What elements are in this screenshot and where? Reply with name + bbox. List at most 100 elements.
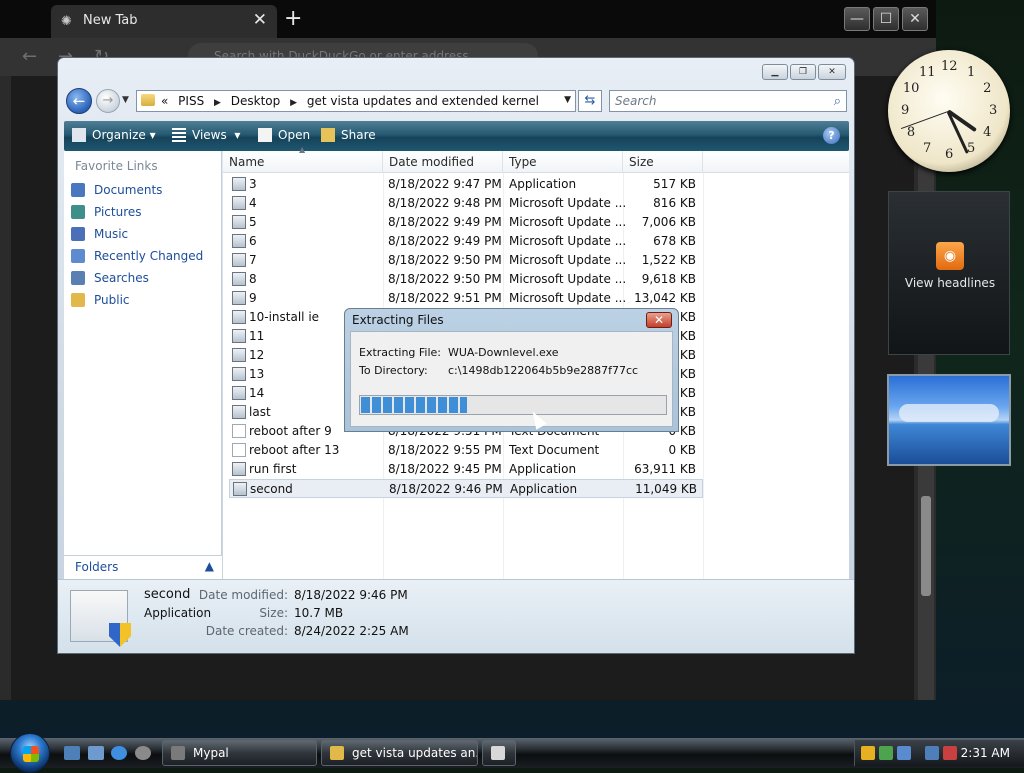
cell-type: Application bbox=[510, 482, 578, 496]
breadcrumb-overflow[interactable]: « bbox=[161, 94, 168, 108]
column-header-date-modified[interactable]: Date modified bbox=[383, 151, 503, 173]
table-row[interactable]: 5 8/18/2022 9:49 PM Microsoft Update ... 7,… bbox=[229, 213, 703, 232]
address-bar[interactable]: « PISS ▶ Desktop ▶ get vista updates and… bbox=[136, 90, 576, 112]
headlines-gadget[interactable]: ◉ View headlines bbox=[888, 191, 1010, 355]
application-icon bbox=[232, 196, 246, 210]
start-button[interactable] bbox=[10, 733, 50, 773]
new-tab-button[interactable]: + bbox=[284, 6, 302, 31]
view-headlines-label: View headlines bbox=[904, 276, 996, 290]
nav-item-pictures[interactable]: Pictures bbox=[71, 205, 142, 225]
cell-date-modified: 8/18/2022 9:51 PM bbox=[388, 291, 502, 305]
command-bar: Organize ▾ Views ▾ Open Share ? bbox=[64, 121, 849, 151]
show-desktop-icon[interactable] bbox=[64, 746, 80, 760]
cell-name: 10-install ie bbox=[249, 310, 320, 324]
minimize-button[interactable]: ▁ bbox=[762, 64, 788, 80]
back-button[interactable]: ← bbox=[66, 88, 92, 114]
nav-item-searches[interactable]: Searches bbox=[71, 271, 149, 291]
table-row[interactable]: second 8/18/2022 9:46 PM Application 11,049… bbox=[229, 479, 703, 498]
column-header-name[interactable]: Name bbox=[223, 151, 383, 173]
cell-name: 13 bbox=[249, 367, 265, 381]
clock-number: 3 bbox=[989, 103, 998, 118]
folders-label: Folders bbox=[75, 560, 119, 574]
table-row[interactable]: 8 8/18/2022 9:50 PM Microsoft Update ... 9,… bbox=[229, 270, 703, 289]
scrollbar-thumb[interactable] bbox=[921, 496, 931, 596]
help-icon[interactable]: ? bbox=[823, 127, 840, 144]
network-icon[interactable] bbox=[925, 746, 939, 760]
table-row[interactable]: 7 8/18/2022 9:50 PM Microsoft Update ... 1,… bbox=[229, 251, 703, 270]
open-button[interactable]: Open bbox=[258, 128, 310, 142]
update-icon[interactable] bbox=[879, 746, 893, 760]
share-button[interactable]: Share bbox=[321, 128, 376, 142]
mypal-icon bbox=[171, 746, 185, 760]
breadcrumb-item[interactable]: get vista updates and extended kernel bbox=[307, 94, 539, 108]
security-shield-icon[interactable] bbox=[861, 746, 875, 760]
nav-item-recently-changed[interactable]: Recently Changed bbox=[71, 249, 203, 269]
browser-minimize-button[interactable]: — bbox=[844, 7, 870, 31]
refresh-button[interactable]: ⇆ bbox=[578, 90, 602, 112]
cell-name: reboot after 13 bbox=[249, 443, 340, 457]
mypal-quicklaunch-icon[interactable] bbox=[135, 746, 151, 760]
nav-item-label: Recently Changed bbox=[94, 249, 204, 263]
volume-muted-icon[interactable] bbox=[943, 746, 957, 760]
close-button[interactable]: ✕ bbox=[818, 64, 846, 80]
cell-name: 9 bbox=[249, 291, 257, 305]
search-icon[interactable]: ⌕ bbox=[834, 92, 841, 112]
taskbar: Mypal get vista updates an... 2:31 AM bbox=[0, 733, 1024, 773]
table-row[interactable]: 6 8/18/2022 9:49 PM Microsoft Update ... 67… bbox=[229, 232, 703, 251]
switch-windows-icon[interactable] bbox=[88, 746, 104, 760]
nav-item-public[interactable]: Public bbox=[71, 293, 130, 313]
breadcrumb-item[interactable]: Desktop bbox=[231, 94, 281, 108]
clock-gadget[interactable]: 12 1 2 3 4 5 6 7 8 9 10 11 bbox=[888, 50, 1010, 172]
table-row[interactable]: run first 8/18/2022 9:45 PM Application 63,… bbox=[229, 460, 703, 479]
cell-name: reboot after 9 bbox=[249, 424, 332, 438]
tab-close-icon[interactable]: ✕ bbox=[253, 10, 267, 30]
table-row[interactable]: 3 8/18/2022 9:47 PM Application 517 KB bbox=[229, 175, 703, 194]
taskbar-button-label: Mypal bbox=[193, 746, 229, 760]
organize-button[interactable]: Organize ▾ bbox=[72, 128, 156, 142]
table-row[interactable]: reboot after 13 8/18/2022 9:55 PM Text Doc… bbox=[229, 441, 703, 460]
progress-fill bbox=[361, 397, 467, 413]
clock-time[interactable]: 2:31 AM bbox=[961, 746, 1010, 760]
windows-defender-icon[interactable] bbox=[897, 746, 911, 760]
search-input[interactable]: Search ⌕ bbox=[609, 90, 847, 112]
cell-type: Microsoft Update ... bbox=[509, 291, 627, 305]
nav-item-label: Pictures bbox=[94, 205, 142, 219]
recent-pages-dropdown-icon[interactable]: ▼ bbox=[122, 95, 129, 105]
views-button[interactable]: Views ▾ bbox=[172, 128, 240, 142]
folders-toggle[interactable]: Folders ▲ bbox=[64, 555, 222, 579]
breadcrumb-item[interactable]: PISS bbox=[178, 94, 204, 108]
nav-item-music[interactable]: Music bbox=[71, 227, 128, 247]
cell-size: 1,522 KB bbox=[641, 253, 696, 267]
internet-explorer-icon[interactable] bbox=[111, 746, 127, 760]
cell-date-modified: 8/18/2022 9:46 PM bbox=[389, 482, 503, 496]
breadcrumb-separator-icon[interactable]: ▶ bbox=[214, 98, 221, 108]
cell-size: 517 KB bbox=[653, 177, 696, 191]
maximize-button[interactable]: ❐ bbox=[790, 64, 816, 80]
nav-item-documents[interactable]: Documents bbox=[71, 183, 162, 203]
extracting-files-dialog: Extracting Files ✕ Extracting File: WUA-… bbox=[344, 308, 679, 432]
browser-maximize-button[interactable]: ☐ bbox=[873, 7, 899, 31]
taskbar-button-extract[interactable] bbox=[482, 740, 516, 766]
rss-feed-icon: ◉ bbox=[936, 242, 964, 270]
taskbar-button-explorer[interactable]: get vista updates an... bbox=[321, 740, 478, 766]
column-header-size[interactable]: Size bbox=[623, 151, 703, 173]
table-row[interactable]: 4 8/18/2022 9:48 PM Microsoft Update ... 81… bbox=[229, 194, 703, 213]
forward-button[interactable]: → bbox=[96, 89, 120, 113]
slideshow-gadget[interactable] bbox=[887, 374, 1011, 466]
address-dropdown-icon[interactable]: ▼ bbox=[564, 95, 571, 105]
table-row[interactable]: 9 8/18/2022 9:51 PM Microsoft Update ... 13… bbox=[229, 289, 703, 308]
taskbar-button-mypal[interactable]: Mypal bbox=[162, 740, 317, 766]
back-arrow-icon[interactable]: ← bbox=[22, 46, 37, 67]
search-placeholder: Search bbox=[615, 94, 657, 108]
cell-date-modified: 8/18/2022 9:45 PM bbox=[388, 462, 502, 476]
organize-label: Organize bbox=[92, 128, 146, 142]
tab-new-tab[interactable]: ✺ New Tab ✕ bbox=[51, 5, 277, 38]
breadcrumb-separator-icon[interactable]: ▶ bbox=[290, 98, 297, 108]
clock-number: 4 bbox=[983, 125, 992, 140]
searches-icon bbox=[71, 271, 85, 285]
browser-close-button[interactable]: ✕ bbox=[902, 7, 928, 31]
application-icon bbox=[232, 367, 246, 381]
dialog-close-button[interactable]: ✕ bbox=[646, 312, 672, 328]
column-header-type[interactable]: Type bbox=[503, 151, 623, 173]
details-pane: second Application Date modified: 8/18/2… bbox=[58, 579, 854, 653]
